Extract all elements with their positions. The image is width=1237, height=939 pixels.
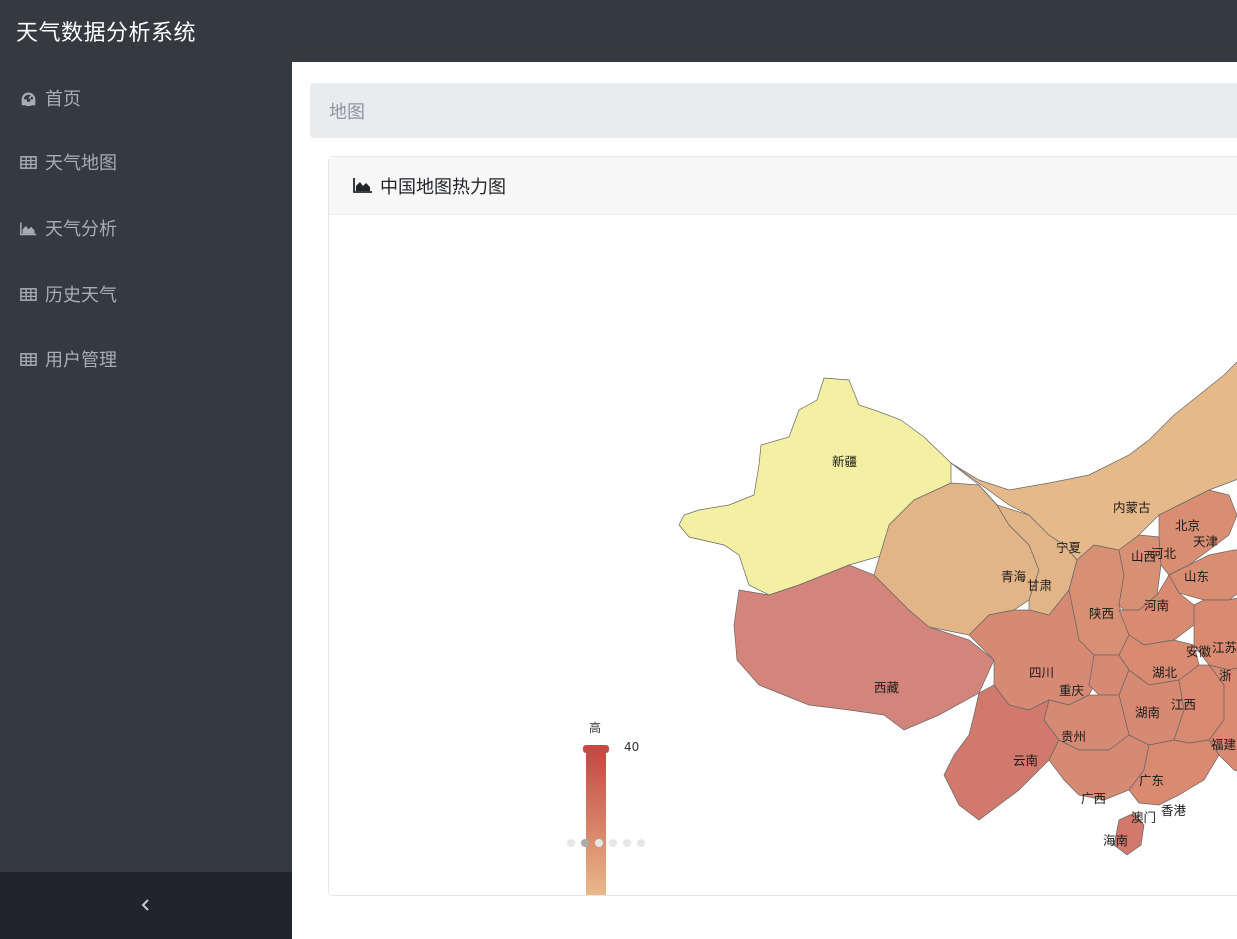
label-guangxi: 广西 <box>1081 791 1106 806</box>
table-icon <box>19 285 37 303</box>
legend-max-value: 40 <box>624 740 640 754</box>
sidebar-item-history-weather[interactable]: 历史天气 <box>0 272 292 316</box>
label-guangdong: 广东 <box>1139 773 1164 788</box>
label-shandong: 山东 <box>1184 569 1209 584</box>
label-qinghai: 青海 <box>1001 569 1027 584</box>
sidebar-item-label: 天气分析 <box>45 219 117 240</box>
sidebar-item-label: 历史天气 <box>45 285 117 306</box>
label-tianjin: 天津 <box>1193 534 1218 549</box>
app-title[interactable]: 天气数据分析系统 <box>16 15 196 47</box>
sidebar-item-label: 用户管理 <box>45 350 117 371</box>
map-canvas[interactable]: 新疆 西藏 青海 甘肃 宁夏 内蒙古 北京 天津 山西 河北 山东 陕西 河南 … <box>329 215 1237 895</box>
label-beijing: 北京 <box>1175 518 1200 533</box>
pagination-dots <box>567 839 645 847</box>
label-inner-mongolia: 内蒙古 <box>1113 500 1151 515</box>
area-chart-icon <box>353 177 373 195</box>
sidebar-toggle-button[interactable] <box>0 872 292 939</box>
main-content: 地图 中国地图热力图 新疆 西藏 青海 甘肃 宁夏 内蒙古 北京 天津 山西 河… <box>292 62 1237 896</box>
table-icon <box>19 350 37 368</box>
pagination-dot-active[interactable] <box>581 839 589 847</box>
legend-gradient-bar[interactable] <box>586 753 606 895</box>
pagination-dot[interactable] <box>623 839 631 847</box>
label-xinjiang: 新疆 <box>832 454 857 469</box>
label-yunnan: 云南 <box>1013 753 1038 768</box>
sidebar-item-user-management[interactable]: 用户管理 <box>0 337 292 381</box>
label-anhui: 安徽 <box>1186 644 1212 659</box>
map-card: 中国地图热力图 新疆 西藏 青海 甘肃 宁夏 内蒙古 北京 天津 山西 河北 山… <box>328 156 1237 896</box>
chevron-left-icon <box>140 896 152 915</box>
sidebar: 首页 天气地图 天气分析 历史天气 用户管理 <box>0 62 292 939</box>
pagination-dot[interactable] <box>595 839 603 847</box>
pagination-dot[interactable] <box>637 839 645 847</box>
label-hainan: 海南 <box>1103 833 1128 848</box>
sidebar-item-label: 首页 <box>45 89 81 110</box>
top-navbar: 天气数据分析系统 <box>0 0 1237 62</box>
breadcrumb-item[interactable]: 地图 <box>329 98 365 124</box>
label-tibet: 西藏 <box>874 680 900 695</box>
sidebar-item-weather-analysis[interactable]: 天气分析 <box>0 206 292 250</box>
dashboard-icon <box>19 89 37 107</box>
sidebar-item-label: 天气地图 <box>45 153 117 174</box>
label-hunan: 湖南 <box>1135 705 1160 720</box>
sidebar-item-weather-map[interactable]: 天气地图 <box>0 140 292 184</box>
label-hebei: 河北 <box>1151 546 1177 561</box>
label-gansu: 甘肃 <box>1027 578 1052 593</box>
area-chart-icon <box>19 219 37 237</box>
label-macau: 澳门 <box>1131 810 1156 825</box>
label-shaanxi: 陕西 <box>1089 606 1114 621</box>
card-header: 中国地图热力图 <box>329 157 1237 215</box>
label-ningxia: 宁夏 <box>1056 540 1082 555</box>
label-guizhou: 贵州 <box>1061 729 1086 744</box>
label-hubei: 湖北 <box>1152 665 1178 680</box>
legend-handle[interactable] <box>583 745 609 753</box>
label-jiangsu: 江苏 <box>1212 640 1237 655</box>
province-yunnan[interactable] <box>943 684 1060 821</box>
card-title: 中国地图热力图 <box>380 176 506 198</box>
breadcrumb: 地图 <box>310 83 1237 138</box>
china-heat-map[interactable]: 新疆 西藏 青海 甘肃 宁夏 内蒙古 北京 天津 山西 河北 山东 陕西 河南 … <box>329 215 1237 895</box>
label-zhejiang: 浙 <box>1219 668 1232 683</box>
legend-high-label: 高 <box>589 721 602 735</box>
sidebar-item-home[interactable]: 首页 <box>0 76 292 120</box>
label-jiangxi: 江西 <box>1171 697 1196 712</box>
pagination-dot[interactable] <box>609 839 617 847</box>
pagination-dot[interactable] <box>567 839 575 847</box>
label-henan: 河南 <box>1144 598 1169 613</box>
label-fujian: 福建 <box>1211 737 1237 752</box>
label-sichuan: 四川 <box>1029 665 1054 680</box>
table-icon <box>19 153 37 171</box>
label-hongkong: 香港 <box>1161 803 1187 818</box>
label-chongqing: 重庆 <box>1059 683 1085 698</box>
